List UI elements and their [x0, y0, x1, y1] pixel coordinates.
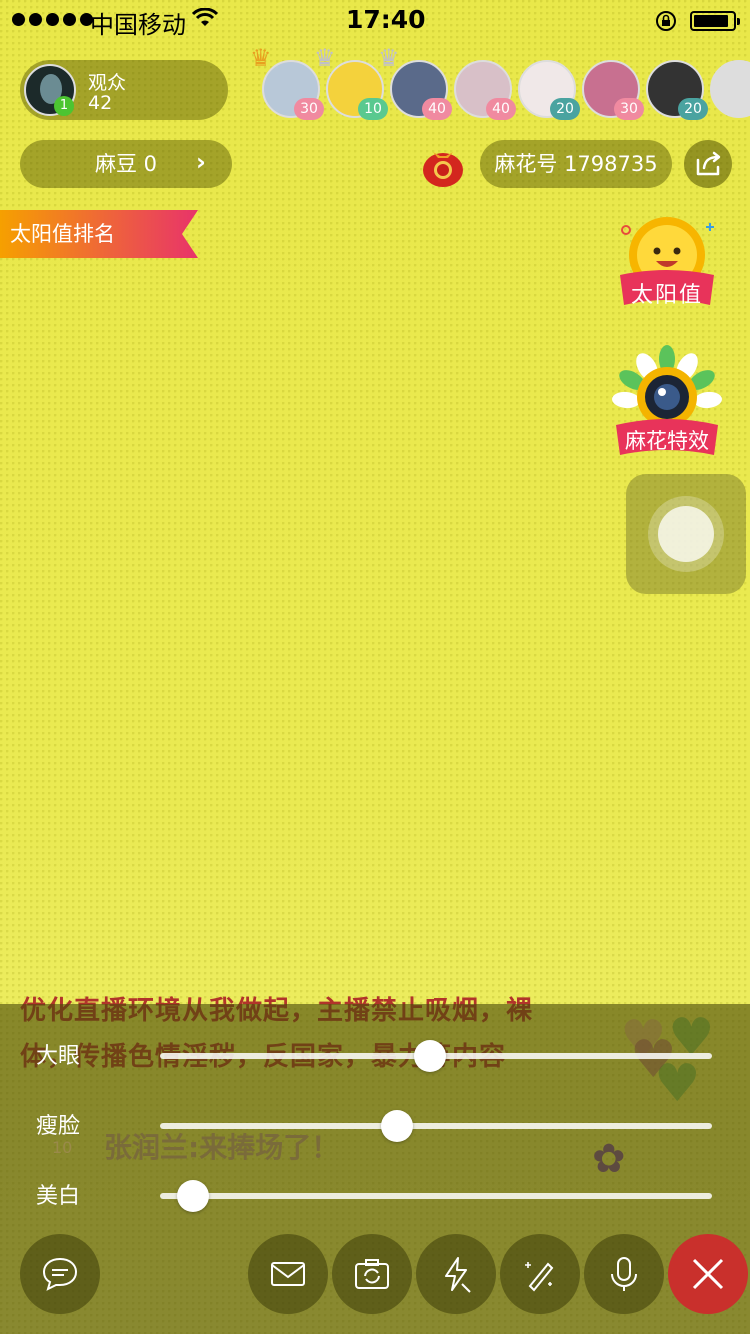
crown-icon: ♛: [314, 44, 336, 72]
viewer-level-badge: 30: [614, 98, 644, 120]
share-button[interactable]: [684, 140, 732, 188]
slider-label: 瘦脸: [36, 1114, 81, 1139]
viewer-level-badge: 30: [294, 98, 324, 120]
viewer-level-badge: 40: [486, 98, 516, 120]
mahua-id: 麻花号 1798735: [480, 140, 672, 188]
audience-label: 观众: [88, 72, 127, 94]
assistive-touch-button[interactable]: [626, 474, 746, 594]
viewer-avatar[interactable]: 20: [646, 60, 708, 120]
comment-button[interactable]: [20, 1234, 100, 1314]
viewer-level-badge: 40: [422, 98, 452, 120]
clock: 17:40: [346, 5, 426, 34]
rotation-lock-icon: [656, 11, 676, 31]
chevron-right-icon: ›: [196, 148, 206, 176]
share-icon: [696, 151, 721, 176]
beauty-slider-track[interactable]: [160, 1193, 712, 1199]
beauty-slider-thumb[interactable]: [413, 1040, 446, 1072]
microphone-icon: [611, 1257, 637, 1291]
status-bar: 中国移动 17:40: [0, 0, 750, 40]
mahua-effects-label: 麻花特效: [625, 429, 709, 453]
battery-icon: [690, 11, 740, 31]
message-button[interactable]: [248, 1234, 328, 1314]
viewer-level-badge: 10: [358, 98, 388, 120]
viewer-avatar[interactable]: 30: [582, 60, 644, 120]
viewer-avatar[interactable]: 20: [518, 60, 580, 120]
mail-icon: [271, 1262, 305, 1286]
sun-value-badge[interactable]: 太阳值: [612, 205, 722, 315]
host-level-badge: 1: [54, 96, 74, 116]
magic-wand-icon: [525, 1262, 554, 1292]
slider-label: 大眼: [36, 1044, 81, 1069]
assistive-touch-dot: [658, 506, 714, 562]
chat-bubble-icon: [42, 1257, 78, 1291]
wifi-icon: [192, 8, 218, 26]
madou-button[interactable]: 麻豆 0 ›: [20, 140, 232, 188]
crown-icon: ♛: [250, 44, 272, 72]
flip-camera-button[interactable]: [332, 1234, 412, 1314]
close-icon: [692, 1258, 724, 1290]
microphone-button[interactable]: [584, 1234, 664, 1314]
money-bag-icon[interactable]: [418, 140, 468, 188]
sun-ranking-label: 太阳值排名: [10, 222, 115, 246]
flash-button[interactable]: [416, 1234, 496, 1314]
slider-label: 美白: [36, 1184, 81, 1209]
mahua-effects-badge[interactable]: 麻花特效: [612, 345, 722, 460]
sun-ranking-tag[interactable]: 太阳值排名: [0, 210, 198, 258]
beauty-wand-button[interactable]: [500, 1234, 580, 1314]
carrier-name: 中国移动: [90, 11, 186, 39]
audience-count: 42: [88, 92, 113, 114]
viewer-avatar[interactable]: [710, 60, 750, 118]
viewer-level-badge: 20: [550, 98, 580, 120]
signal-strength-icon: [12, 13, 93, 26]
host-info[interactable]: 1 观众 42: [20, 60, 228, 120]
sun-value-label: 太阳值: [630, 283, 703, 308]
crown-icon: ♛: [378, 44, 400, 72]
chat-message: 张润兰:来捧场了！: [104, 1131, 340, 1164]
close-live-button[interactable]: [668, 1234, 748, 1314]
flash-off-icon: [445, 1257, 471, 1293]
viewer-avatar[interactable]: 40: [454, 60, 516, 120]
beauty-slider-thumb[interactable]: [176, 1180, 209, 1212]
camera-switch-icon: [355, 1259, 389, 1289]
viewer-level-badge: 20: [678, 98, 708, 120]
beauty-slider-thumb[interactable]: [380, 1110, 413, 1142]
chat-user-level: 10: [52, 1138, 73, 1157]
